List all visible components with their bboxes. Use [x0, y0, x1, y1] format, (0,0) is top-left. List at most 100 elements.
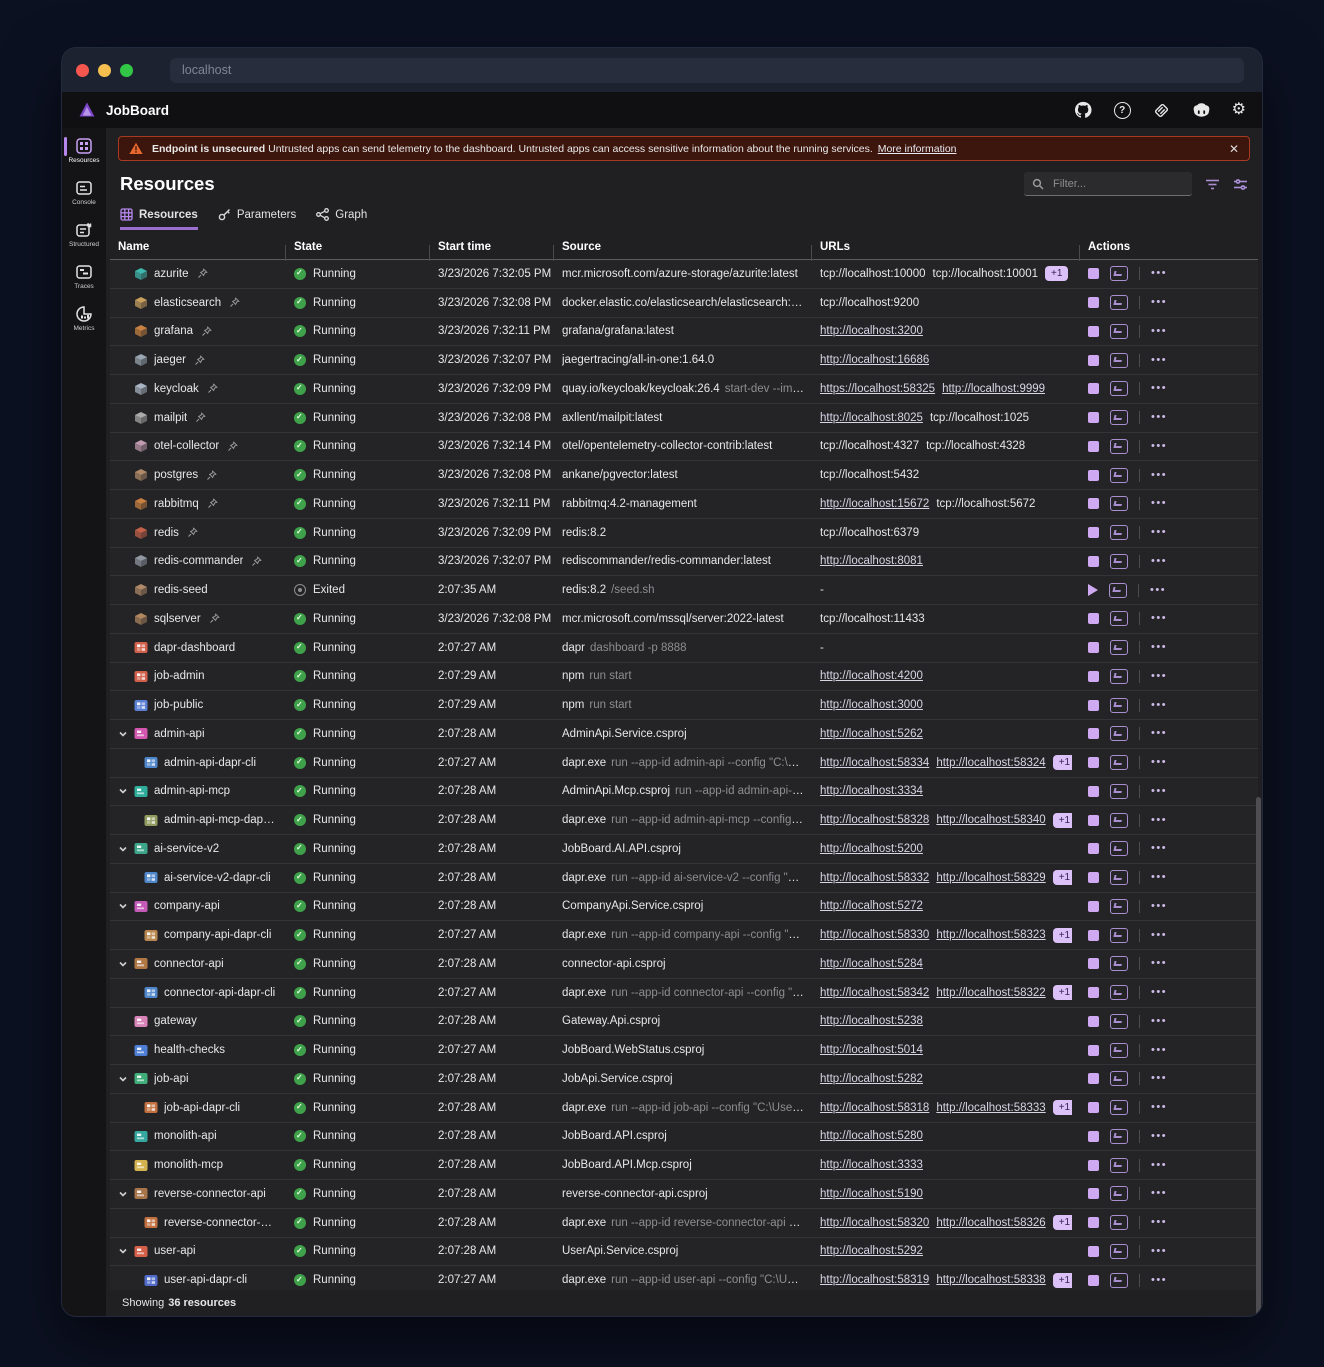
resource-url-link[interactable]: http://localhost:5280 — [820, 1130, 923, 1142]
chevron-down-icon[interactable] — [118, 729, 128, 739]
stop-button[interactable] — [1088, 958, 1099, 969]
console-logs-button[interactable] — [1110, 669, 1128, 684]
console-logs-button[interactable] — [1110, 784, 1128, 799]
resource-url-link[interactable]: http://localhost:8025 — [820, 412, 923, 424]
table-row[interactable]: dapr-dashboard Running 2:07:27 AM daprda… — [110, 634, 1258, 663]
stop-button[interactable] — [1088, 297, 1099, 308]
resource-url-link[interactable]: http://localhost:3000 — [820, 699, 923, 711]
more-actions-button[interactable]: ••• — [1151, 642, 1167, 653]
chevron-down-icon[interactable] — [118, 1074, 128, 1084]
table-row[interactable]: job-admin Running 2:07:29 AM npmrun star… — [110, 663, 1258, 692]
table-row[interactable]: admin-api-dapr-cli Running 2:07:27 AM da… — [110, 749, 1258, 778]
table-row[interactable]: job-api Running 2:07:28 AM JobApi.Servic… — [110, 1065, 1258, 1094]
more-actions-button[interactable]: ••• — [1151, 355, 1167, 366]
more-actions-button[interactable]: ••• — [1151, 383, 1167, 394]
chevron-down-icon[interactable] — [118, 786, 128, 796]
pin-icon[interactable] — [187, 527, 198, 538]
stop-button[interactable] — [1088, 613, 1099, 624]
resource-url-link[interactable]: http://localhost:58333 — [936, 1102, 1045, 1114]
filter-funnel-icon[interactable] — [1205, 178, 1220, 191]
stop-button[interactable] — [1088, 1131, 1099, 1142]
console-logs-button[interactable] — [1110, 266, 1128, 281]
console-logs-button[interactable] — [1110, 1244, 1128, 1259]
url-count-badge[interactable]: +1 — [1053, 813, 1072, 828]
sidebar-item-traces[interactable]: Traces — [62, 259, 106, 294]
sidebar-item-console[interactable]: Console — [62, 175, 106, 210]
pin-icon[interactable] — [229, 297, 240, 308]
resource-url-link[interactable]: http://localhost:16686 — [820, 354, 929, 366]
more-actions-button[interactable]: ••• — [1151, 1102, 1167, 1113]
console-logs-button[interactable] — [1110, 353, 1128, 368]
table-row[interactable]: ai-service-v2-dapr-cli Running 2:07:28 A… — [110, 864, 1258, 893]
table-row[interactable]: monolith-api Running 2:07:28 AM JobBoard… — [110, 1123, 1258, 1152]
resource-url-link[interactable]: http://localhost:3334 — [820, 785, 923, 797]
table-row[interactable]: user-api-dapr-cli Running 2:07:27 AM dap… — [110, 1266, 1258, 1290]
more-actions-button[interactable]: ••• — [1151, 527, 1167, 538]
more-actions-button[interactable]: ••• — [1151, 958, 1167, 969]
more-actions-button[interactable]: ••• — [1151, 1160, 1167, 1171]
table-row[interactable]: connector-api-dapr-cli Running 2:07:27 A… — [110, 979, 1258, 1008]
resource-url-link[interactable]: http://localhost:5284 — [820, 958, 923, 970]
console-logs-button[interactable] — [1110, 1158, 1128, 1173]
console-logs-button[interactable] — [1110, 956, 1128, 971]
stop-button[interactable] — [1088, 498, 1099, 509]
table-row[interactable]: postgres Running 3/23/2026 7:32:08 PM an… — [110, 461, 1258, 490]
console-logs-button[interactable] — [1110, 554, 1128, 569]
pin-icon[interactable] — [209, 613, 220, 624]
resource-url-link[interactable]: http://localhost:5190 — [820, 1188, 923, 1200]
resource-url-link[interactable]: http://localhost:58342 — [820, 987, 929, 999]
more-actions-button[interactable]: ••• — [1151, 326, 1167, 337]
url-count-badge[interactable]: +1 — [1053, 928, 1072, 943]
stop-button[interactable] — [1088, 1073, 1099, 1084]
resource-url-link[interactable]: http://localhost:5282 — [820, 1073, 923, 1085]
more-actions-button[interactable]: ••• — [1151, 1217, 1167, 1228]
sidebar-item-metrics[interactable]: Metrics — [62, 301, 106, 336]
column-options-icon[interactable] — [1233, 178, 1248, 191]
chevron-down-icon[interactable] — [118, 959, 128, 969]
address-bar[interactable]: localhost — [170, 58, 1244, 83]
console-logs-button[interactable] — [1110, 1043, 1128, 1058]
table-row[interactable]: company-api Running 2:07:28 AM CompanyAp… — [110, 893, 1258, 922]
console-logs-button[interactable] — [1110, 841, 1128, 856]
help-icon[interactable]: ? — [1114, 102, 1131, 119]
console-logs-button[interactable] — [1110, 295, 1128, 310]
more-actions-button[interactable]: ••• — [1151, 757, 1167, 768]
more-actions-button[interactable]: ••• — [1151, 1045, 1167, 1056]
pin-icon[interactable] — [207, 498, 218, 509]
stop-button[interactable] — [1088, 1102, 1099, 1113]
sidebar-item-resources[interactable]: Resources — [62, 133, 106, 168]
console-logs-button[interactable] — [1110, 525, 1128, 540]
more-actions-button[interactable]: ••• — [1151, 872, 1167, 883]
stop-button[interactable] — [1088, 700, 1099, 711]
more-actions-button[interactable]: ••• — [1151, 786, 1167, 797]
resource-url-link[interactable]: http://localhost:58324 — [936, 757, 1045, 769]
console-logs-button[interactable] — [1110, 1100, 1128, 1115]
console-logs-button[interactable] — [1110, 381, 1128, 396]
resource-url-link[interactable]: http://localhost:58328 — [820, 814, 929, 826]
chevron-down-icon[interactable] — [118, 1189, 128, 1199]
table-row[interactable]: gateway Running 2:07:28 AM Gateway.Api.c… — [110, 1008, 1258, 1037]
console-logs-button[interactable] — [1110, 1273, 1128, 1288]
stop-button[interactable] — [1088, 1246, 1099, 1257]
stop-button[interactable] — [1088, 930, 1099, 941]
console-logs-button[interactable] — [1110, 410, 1128, 425]
console-logs-button[interactable] — [1110, 1014, 1128, 1029]
stop-button[interactable] — [1088, 1217, 1099, 1228]
more-actions-button[interactable]: ••• — [1151, 930, 1167, 941]
resource-url-link[interactable]: http://localhost:58319 — [820, 1274, 929, 1286]
more-actions-button[interactable]: ••• — [1151, 441, 1167, 452]
more-actions-button[interactable]: ••• — [1151, 470, 1167, 481]
more-actions-button[interactable]: ••• — [1151, 412, 1167, 423]
banner-close-icon[interactable]: ✕ — [1229, 142, 1239, 156]
resource-url-link[interactable]: http://localhost:3200 — [820, 325, 923, 337]
more-actions-button[interactable]: ••• — [1151, 1275, 1167, 1286]
url-count-badge[interactable]: +1 — [1053, 755, 1072, 770]
table-row[interactable]: otel-collector Running 3/23/2026 7:32:14… — [110, 433, 1258, 462]
table-row[interactable]: keycloak Running 3/23/2026 7:32:09 PM qu… — [110, 375, 1258, 404]
resource-url-link[interactable]: http://localhost:8081 — [820, 555, 923, 567]
console-logs-button[interactable] — [1110, 1215, 1128, 1230]
more-actions-button[interactable]: ••• — [1151, 297, 1167, 308]
resource-url-link[interactable]: http://localhost:15672 — [820, 498, 929, 510]
console-logs-button[interactable] — [1109, 583, 1127, 598]
sidebar-item-structured[interactable]: Structured — [62, 217, 106, 252]
